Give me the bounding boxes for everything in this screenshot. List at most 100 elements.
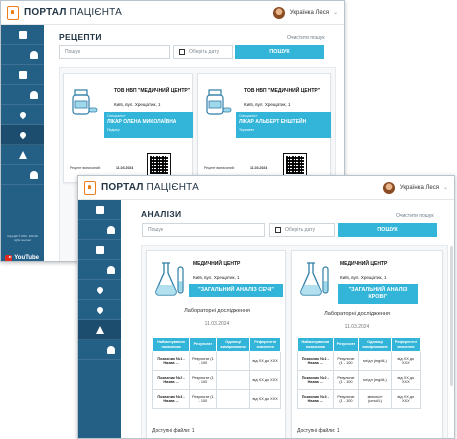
reference-value: від XX до XXX (249, 389, 281, 409)
table-row: Показник №3 - Назва ... Результат (1 - 1… (297, 389, 422, 409)
top-bar: ПОРТАЛ ПАЦІЄНТА Українка Леся ⌄ (1, 1, 344, 25)
column-header: Найменування показника (297, 337, 334, 352)
clear-search-link[interactable]: Очистити пошук (396, 213, 434, 219)
test-date: 11.03.2024 (344, 324, 370, 330)
result-value: Результат (1 - 100 (189, 389, 217, 409)
indicator-name: Показник №2 - Назва ... (297, 370, 334, 390)
doctor-speciality: Педіатр (107, 128, 120, 132)
sidebar-item-analyses[interactable] (1, 145, 44, 165)
user-name: Українка Леся (289, 9, 329, 16)
sidebar-item-calendar[interactable] (78, 200, 121, 220)
clear-search-link[interactable]: Очистити пошук (287, 35, 325, 41)
chevron-down-icon: ⌄ (442, 185, 448, 191)
doctor-band: Специаліст ЛІКАР АЛЬБЕРТ ЕНШТЕЙН Терапев… (236, 112, 331, 138)
sidebar-item-doctors[interactable] (1, 85, 44, 105)
doctor-speciality: Терапевт (239, 128, 255, 132)
sidebar-item-visits[interactable] (78, 280, 121, 300)
page-title: АНАЛІЗИ (141, 209, 182, 219)
doctor-band: Специаліст ЛІКАР ОЛЕНА МИКОЛАЇВНА Педіат… (104, 112, 193, 138)
prescription-card[interactable]: ТОВ НВП "МЕДИЧНИЙ ЦЕНТР" Київ, вул. Хрещ… (63, 73, 193, 183)
user-icon (30, 50, 38, 59)
users-icon (30, 90, 38, 99)
reference-value: від XX до XXX (390, 351, 422, 371)
search-input[interactable]: Пошук (142, 223, 265, 237)
user-menu[interactable]: Українка Леся ⌄ (272, 6, 338, 19)
portal-brand[interactable]: ПОРТАЛ ПАЦІЄНТА (24, 7, 122, 18)
sidebar-item-prescriptions[interactable] (1, 125, 44, 145)
sidebar-item-visits[interactable] (1, 105, 44, 125)
sidebar-item-profile[interactable] (1, 45, 44, 65)
column-header: Одиниці вимірювання (358, 337, 392, 352)
calendar-icon (18, 30, 27, 39)
sidebar-item-doctors[interactable] (78, 260, 121, 280)
clinic-name: МЕДИЧНИЙ ЦЕНТР (193, 261, 241, 267)
sidebar (78, 200, 121, 438)
column-header: Одиниці вимірювання (215, 337, 251, 352)
chevron-down-icon: ⌄ (332, 10, 338, 16)
flask-icon (18, 150, 27, 159)
sidebar-item-account[interactable] (1, 165, 44, 185)
rx-issued-label: Рецепт виписаний: (70, 166, 101, 170)
results-table: Найменування показника Результат Одиниці… (297, 337, 422, 409)
column-header: Результат (332, 337, 360, 352)
unit-value (215, 351, 251, 371)
qr-code (283, 153, 307, 177)
search-button[interactable]: ПОШУК (235, 45, 324, 59)
reference-value: від XX до XXX (249, 370, 281, 390)
sidebar-item-appointments[interactable] (78, 240, 121, 260)
indicator-name: Показник №1 - Назва ... (151, 351, 191, 371)
rx-issued-date: 11.03.2024 (250, 166, 268, 170)
youtube-link[interactable]: YouTube (5, 254, 39, 261)
search-button[interactable]: ПОШУК (338, 223, 437, 237)
sidebar: Copyright © 2018 - 2024 All rights reser… (1, 25, 44, 261)
available-files[interactable]: Доступні файли: 1 (297, 428, 340, 434)
unit-value: ммоль/л (umol/L) (358, 389, 392, 409)
available-files[interactable]: Доступні файли: 1 (152, 428, 195, 434)
sidebar-item-profile[interactable] (78, 220, 121, 240)
indicator-name: Показник №3 - Назва ... (151, 389, 191, 409)
prescription-card[interactable]: ТОВ НВП "МЕДИЧНИЙ ЦЕНТР" Київ, вул. Хрещ… (197, 73, 331, 183)
person-icon (107, 345, 115, 354)
unit-value (215, 370, 251, 390)
calendar-check-icon (95, 245, 104, 254)
doctor-name: ЛІКАР ОЛЕНА МИКОЛАЇВНА (107, 119, 177, 125)
flask-icon (155, 262, 184, 296)
flask-icon (95, 325, 104, 334)
test-title: "ЗАГАЛЬНИЙ АНАЛІЗ КРОВІ" (338, 284, 418, 304)
stethoscope-icon (95, 285, 104, 294)
sidebar-item-prescriptions[interactable] (78, 300, 121, 320)
sidebar-item-account[interactable] (78, 340, 121, 360)
table-row: Показник №2 - Назва ... Результат (1 - 1… (151, 370, 281, 390)
sidebar-item-analyses[interactable] (78, 320, 121, 340)
portal-brand[interactable]: ПОРТАЛ ПАЦІЄНТА (101, 182, 199, 193)
results-table: Найменування показника Результат Одиниці… (151, 337, 281, 409)
user-menu[interactable]: Українка Леся ⌄ (382, 181, 448, 194)
reference-value: від XX до XXX (390, 389, 422, 409)
scrollbar[interactable] (450, 246, 453, 386)
column-header: Результат (189, 337, 217, 352)
portal-logo-icon (7, 5, 19, 20)
calendar-icon (275, 227, 281, 233)
doctor-caption: Специаліст (239, 114, 258, 118)
avatar (382, 181, 395, 194)
analyses-window: ПОРТАЛ ПАЦІЄНТА Українка Леся ⌄ АНАЛІЗИ … (77, 175, 455, 439)
section-label: Лабораторні дослідження (324, 311, 390, 317)
analysis-card[interactable]: МЕДИЧНИЙ ЦЕНТР Київ, вул. Хрещатик, 1 "З… (291, 250, 443, 438)
result-value: Результат (1 - 100 (189, 351, 217, 371)
user-icon (107, 225, 115, 234)
analysis-card[interactable]: МЕДИЧНИЙ ЦЕНТР Київ, вул. Хрещатик, 1 "З… (146, 250, 286, 438)
result-value: Результат (1 - 100 (332, 389, 360, 409)
search-input[interactable]: Пошук (59, 45, 170, 59)
medicine-bottle-icon (206, 89, 232, 115)
date-picker[interactable]: Оберіть дату (173, 45, 233, 59)
column-header: Найменування показника (151, 337, 191, 352)
date-picker[interactable]: Оберіть дату (269, 223, 335, 237)
users-icon (107, 265, 115, 274)
sidebar-item-appointments[interactable] (1, 65, 44, 85)
doctor-caption: Специаліст (107, 114, 126, 118)
user-name: Українка Леся (399, 184, 439, 191)
sidebar-item-calendar[interactable] (1, 25, 44, 45)
calendar-check-icon (18, 70, 27, 79)
clinic-name: ТОВ НВП "МЕДИЧНИЙ ЦЕНТР" (244, 88, 321, 94)
indicator-name: Показник №2 - Назва ... (151, 370, 191, 390)
